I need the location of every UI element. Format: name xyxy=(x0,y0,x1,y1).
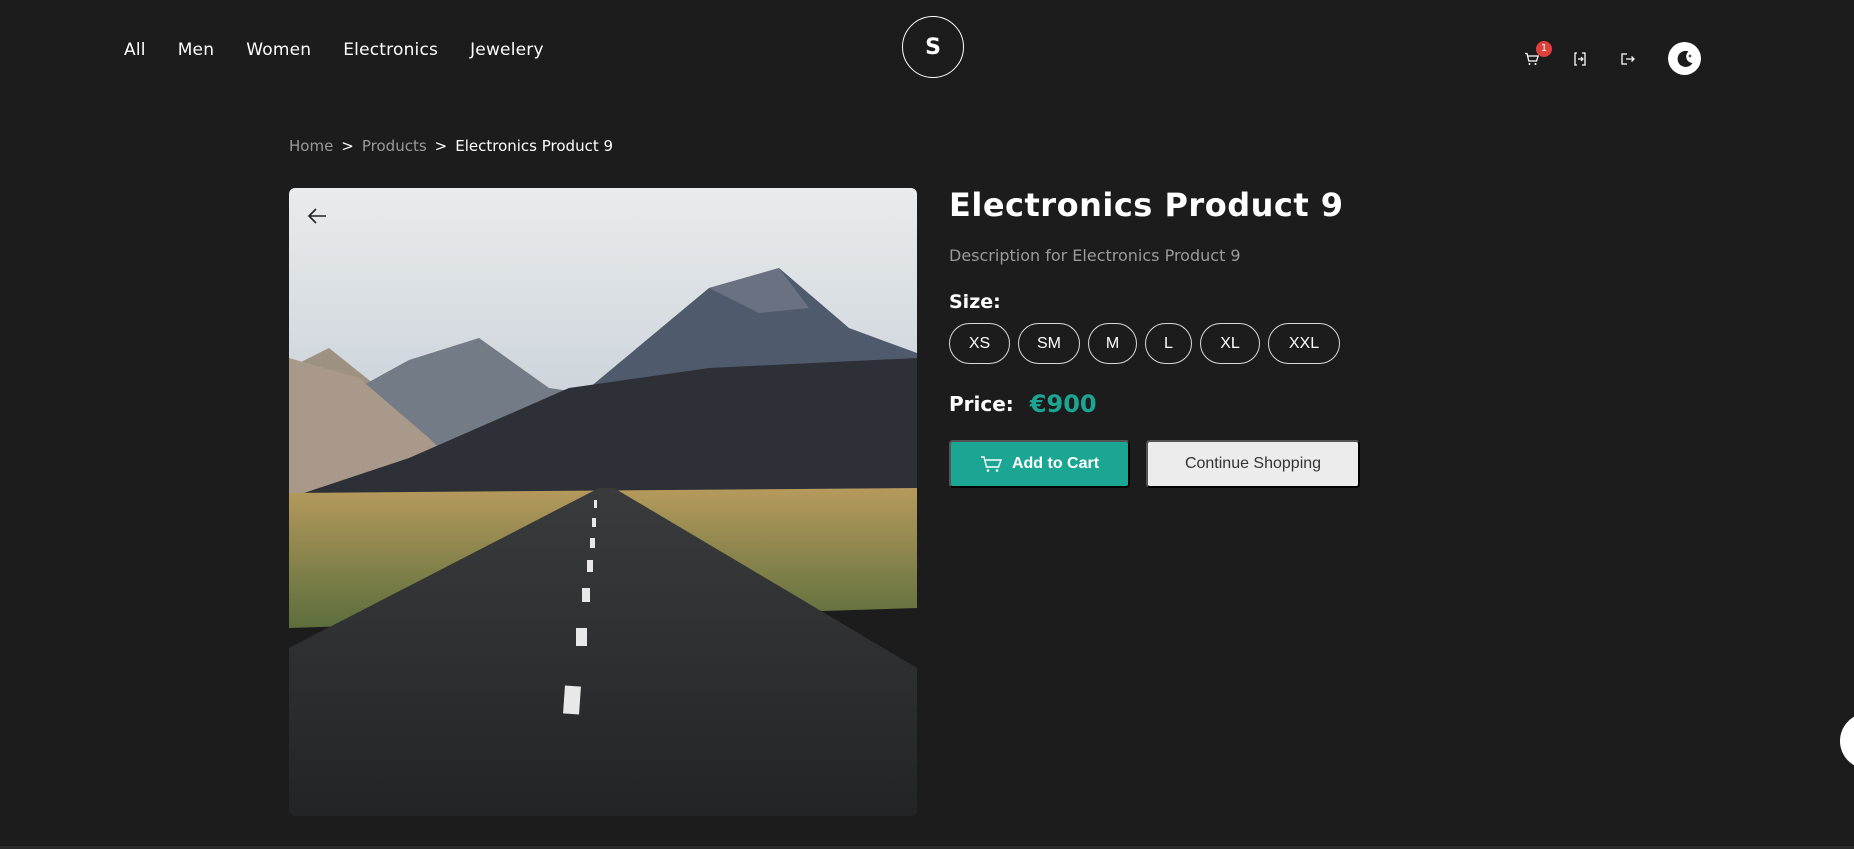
size-option-xs[interactable]: XS xyxy=(949,323,1010,364)
product-actions: Add to Cart Continue Shopping xyxy=(949,440,1509,488)
site-logo[interactable]: S xyxy=(902,16,964,78)
nav-men[interactable]: Men xyxy=(178,40,215,60)
breadcrumb-separator: > xyxy=(434,137,448,155)
price-value: €900 xyxy=(1029,390,1097,418)
nav-all[interactable]: All xyxy=(124,40,146,60)
login-icon xyxy=(1574,51,1586,66)
size-option-xxl[interactable]: XXL xyxy=(1268,323,1340,364)
theme-toggle-button[interactable] xyxy=(1668,42,1701,75)
continue-shopping-button[interactable]: Continue Shopping xyxy=(1146,440,1360,488)
cart-icon xyxy=(980,456,1002,472)
product-image-scene xyxy=(289,188,917,816)
nav-women[interactable]: Women xyxy=(246,40,311,60)
size-label: Size: xyxy=(949,291,1001,313)
breadcrumb-home[interactable]: Home xyxy=(289,137,333,155)
floating-action-button[interactable] xyxy=(1840,713,1854,769)
add-to-cart-label: Add to Cart xyxy=(1011,455,1100,472)
add-to-cart-button[interactable]: Add to Cart xyxy=(949,440,1130,488)
category-nav: All Men Women Electronics Jewelery xyxy=(124,40,544,60)
site-header: All Men Women Electronics Jewelery S 1 xyxy=(0,0,1854,100)
size-option-xl[interactable]: XL xyxy=(1200,323,1260,364)
size-options: XS SM M L XL XXL xyxy=(949,323,1509,364)
product-page: All Men Women Electronics Jewelery S 1 H… xyxy=(0,0,1854,849)
arrow-left-icon xyxy=(307,208,326,224)
product-image xyxy=(289,188,917,816)
product-info: Electronics Product 9 Description for El… xyxy=(949,186,1509,488)
cart-button[interactable]: 1 xyxy=(1522,40,1552,69)
breadcrumb: Home > Products > Electronics Product 9 xyxy=(289,137,613,155)
size-option-m[interactable]: M xyxy=(1088,323,1137,364)
back-button[interactable] xyxy=(305,204,329,228)
logout-icon xyxy=(1621,52,1635,65)
nav-electronics[interactable]: Electronics xyxy=(343,40,438,60)
header-actions: 1 xyxy=(1522,40,1701,75)
breadcrumb-current: Electronics Product 9 xyxy=(455,137,614,155)
cart-count-badge: 1 xyxy=(1536,40,1552,57)
price-label: Price: xyxy=(949,392,1014,416)
breadcrumb-separator: > xyxy=(341,137,354,155)
nav-jewelery[interactable]: Jewelery xyxy=(470,40,544,60)
product-title: Electronics Product 9 xyxy=(949,186,1344,224)
price-row: Price: €900 xyxy=(949,390,1509,418)
breadcrumb-products[interactable]: Products xyxy=(362,137,427,155)
moon-icon xyxy=(1677,50,1692,67)
logout-button[interactable] xyxy=(1618,49,1638,69)
size-option-l[interactable]: L xyxy=(1145,323,1192,364)
product-description: Description for Electronics Product 9 xyxy=(949,246,1241,265)
size-option-sm[interactable]: SM xyxy=(1018,323,1080,364)
login-button[interactable] xyxy=(1570,49,1590,69)
